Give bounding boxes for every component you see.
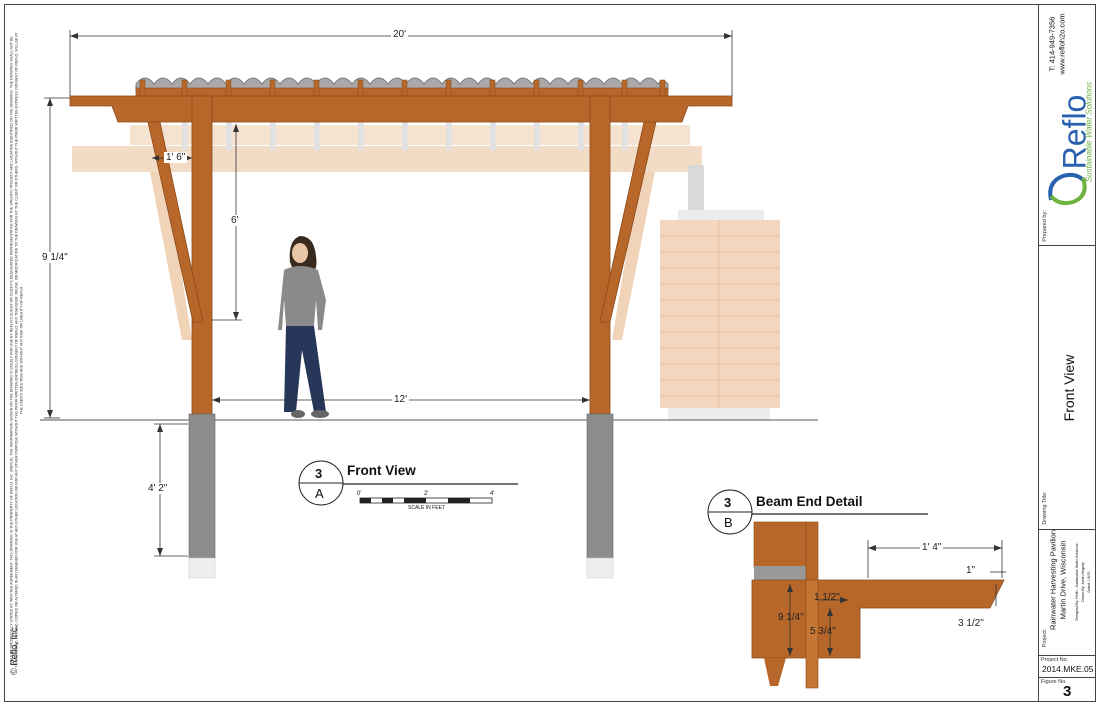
figure-no: 3: [1063, 683, 1072, 700]
project-no: 2014.MKE.05: [1042, 664, 1094, 674]
title-block-project: Rainwater Harvesting Pavilion Martin Dri…: [1039, 530, 1096, 656]
scale-label: SCALE IN FEET: [408, 505, 445, 511]
dim-end-depth: 3 1/2": [956, 618, 986, 629]
beam-end-detail: [707, 489, 1038, 689]
scale-tick-2: 2': [424, 491, 429, 497]
title-block-figure-no: Figure No. 3: [1039, 678, 1096, 702]
dated: Dated: 1/6/15: [1087, 571, 1091, 593]
rain-barrel: [660, 210, 780, 420]
drawn-by: Drawn By: Justin Hegarty: [1081, 562, 1085, 602]
right-footing: [586, 413, 614, 559]
front-view-title: Front View: [347, 463, 416, 478]
dim-overhang: 1' 4": [920, 542, 944, 553]
beam-detail-title: Beam End Detail: [756, 494, 863, 509]
dim-height-total: 9 1/4": [40, 252, 70, 263]
project-no-label: Project No.: [1041, 657, 1069, 663]
drawing-title-label: Drawing Title:: [1042, 491, 1048, 525]
company-website: www.refloh2o.com: [1057, 13, 1067, 75]
project-label: Project:: [1042, 628, 1048, 648]
dim-end-thickness: 1": [964, 565, 978, 576]
front-view-callout-sheet: A: [315, 486, 324, 501]
beam-detail-callout-number: 3: [724, 495, 732, 510]
front-view-callout-number: 3: [315, 466, 323, 481]
scale-tick-0: 0': [357, 491, 362, 497]
dim-brace-height: 6': [229, 215, 241, 226]
dim-brace-offset: 1' 6": [164, 152, 188, 163]
project-location: Martin Drive, Wisconsin: [1058, 540, 1068, 620]
company-phone: T: 414-949-7356: [1047, 16, 1057, 72]
title-block-drawing-title: Front View Drawing Title:: [1039, 246, 1096, 530]
title-block-company: T: 414-949-7356 www.refloh2o.com Reflo S…: [1039, 4, 1096, 246]
scale-bar: [359, 497, 493, 504]
right-footing-base: [586, 557, 614, 579]
dim-inner-depth: 5 3/4": [810, 626, 836, 637]
left-footing-base: [188, 557, 216, 579]
drawing-title: Front View: [1061, 354, 1077, 422]
title-block-project-no: Project No. 2014.MKE.05: [1039, 656, 1096, 678]
left-post: [191, 95, 213, 415]
left-footing: [188, 413, 216, 559]
scale-tick-4: 4': [490, 491, 495, 497]
project-name: Rainwater Harvesting Pavilion: [1048, 529, 1058, 631]
person-figure: [278, 236, 329, 418]
front-view-drawing: [40, 30, 1038, 689]
title-block: T: 414-949-7356 www.refloh2o.com Reflo S…: [1038, 4, 1096, 702]
dim-beam-depth: 9 1/4": [778, 612, 804, 623]
right-post: [589, 95, 611, 415]
beam-detail-callout-sheet: B: [724, 515, 733, 530]
dim-notch: 1 1/2": [814, 592, 840, 603]
reflo-swirl-icon: [1048, 172, 1087, 206]
prepared-by-label: Prepared by:: [1042, 210, 1048, 242]
designed-by: Designed By: Reflo - Sustainable Water S…: [1075, 543, 1079, 621]
ghost-background-structure: [72, 122, 780, 420]
dim-width-total: 20': [391, 29, 409, 40]
main-beam: [69, 95, 733, 123]
dim-post-spacing: 12': [392, 394, 410, 405]
dim-footing-depth: 4' 2": [146, 483, 170, 494]
